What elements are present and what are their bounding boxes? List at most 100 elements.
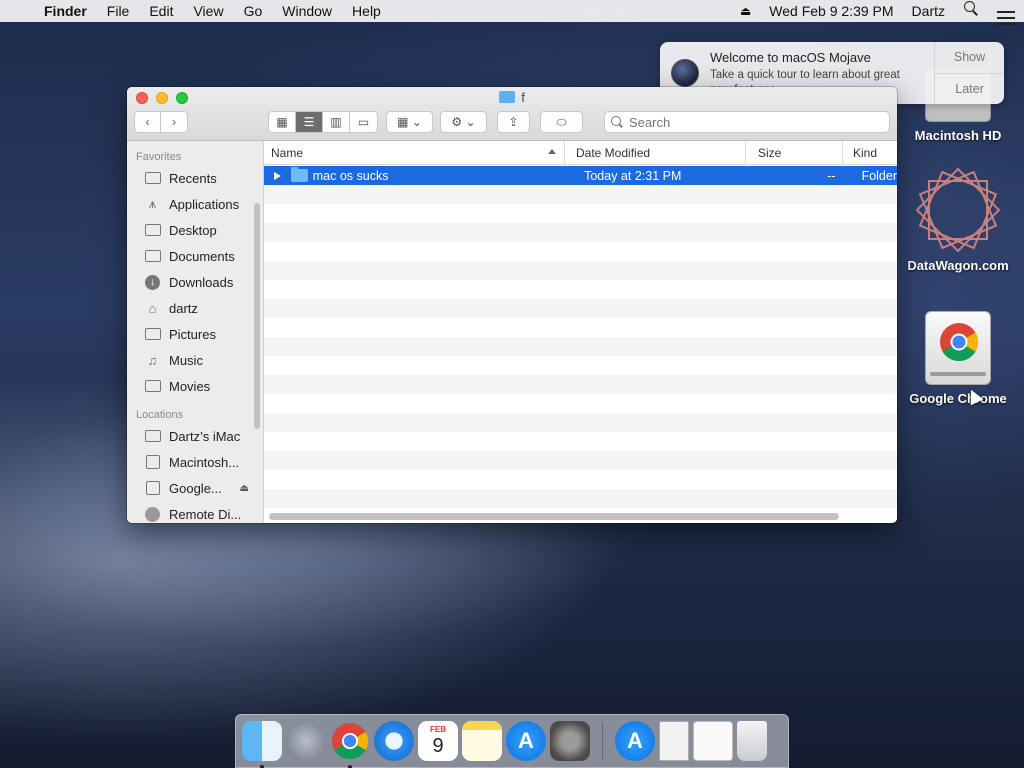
menu-bar: Finder File Edit View Go Window Help ⏏ W… bbox=[0, 0, 1024, 25]
hard-disk-icon bbox=[144, 455, 161, 470]
dock-calendar-icon[interactable]: FEB 9 bbox=[418, 721, 458, 761]
finder-window: f ‹ › ▦ ☰ ▥ ▭ ▦ ⌄ ⚙ ⌄ ⇪ ⬭ Favorites bbox=[127, 87, 897, 523]
sidebar-item-downloads[interactable]: ↓ Downloads bbox=[127, 269, 263, 295]
dock-safari-icon[interactable] bbox=[374, 721, 414, 761]
toolbar: ‹ › ▦ ☰ ▥ ▭ ▦ ⌄ ⚙ ⌄ ⇪ ⬭ bbox=[134, 111, 890, 135]
list-view-button[interactable]: ☰ bbox=[296, 112, 323, 132]
search-field[interactable] bbox=[604, 111, 890, 133]
eject-icon[interactable]: ⏏ bbox=[731, 0, 760, 22]
film-icon bbox=[144, 379, 161, 394]
menu-file[interactable]: File bbox=[97, 0, 140, 22]
notification-later-button[interactable]: Later bbox=[935, 74, 1004, 105]
external-disk-icon bbox=[144, 481, 161, 496]
forward-button[interactable]: › bbox=[161, 112, 187, 132]
sidebar-item-remote-disc[interactable]: Remote Di... bbox=[127, 501, 263, 523]
file-list: Name Date Modified Size Kind mac os suck… bbox=[264, 141, 897, 523]
dock-finder-icon[interactable] bbox=[242, 721, 282, 768]
sidebar-header-locations: Locations bbox=[136, 409, 184, 421]
notification-show-button[interactable]: Show bbox=[935, 42, 1004, 74]
sidebar-item-recents[interactable]: Recents bbox=[127, 165, 263, 191]
spotlight-search-icon[interactable] bbox=[954, 0, 988, 22]
sidebar-item-documents[interactable]: Documents bbox=[127, 243, 263, 269]
dock-document-icon[interactable] bbox=[659, 721, 689, 761]
sidebar-item-desktop[interactable]: Desktop bbox=[127, 217, 263, 243]
sidebar-item-google-chrome-disk[interactable]: Google... ⏏ bbox=[127, 475, 263, 501]
applications-icon: ⩚ bbox=[148, 196, 157, 211]
sidebar-item-applications[interactable]: ⩚ Applications bbox=[127, 191, 263, 217]
column-header-kind[interactable]: Kind bbox=[843, 141, 897, 164]
mojave-logo-icon bbox=[671, 59, 699, 87]
sort-ascending-icon bbox=[548, 149, 556, 154]
sidebar-item-movies[interactable]: Movies bbox=[127, 373, 263, 399]
star-logo-icon bbox=[915, 167, 1001, 253]
downloads-icon: ↓ bbox=[144, 274, 161, 290]
search-input[interactable] bbox=[629, 114, 829, 130]
dock-trash-icon[interactable] bbox=[737, 721, 767, 761]
column-header-date-modified[interactable]: Date Modified bbox=[565, 141, 746, 164]
action-gear-button[interactable]: ⚙ ⌄ bbox=[440, 111, 487, 133]
notification-title: Welcome to macOS Mojave bbox=[710, 50, 871, 65]
share-button[interactable]: ⇪ bbox=[497, 111, 530, 133]
sidebar-item-pictures[interactable]: Pictures bbox=[127, 321, 263, 347]
sidebar-scrollbar[interactable] bbox=[254, 203, 260, 429]
icon-view-button[interactable]: ▦ bbox=[269, 112, 296, 132]
desktop-icon-google-chrome[interactable]: Google Chrome bbox=[898, 311, 1018, 406]
sidebar-item-imac[interactable]: Dartz’s iMac bbox=[127, 423, 263, 449]
back-button[interactable]: ‹ bbox=[135, 112, 162, 132]
dock-app-store-download-icon[interactable]: A bbox=[615, 721, 655, 761]
eject-icon[interactable]: ⏏ bbox=[240, 483, 249, 494]
dock-chrome-icon[interactable] bbox=[330, 721, 370, 768]
music-note-icon: ♫ bbox=[147, 352, 158, 368]
desktop-icon-label: Macintosh HD bbox=[914, 128, 1002, 143]
menu-view[interactable]: View bbox=[183, 0, 233, 22]
menu-edit[interactable]: Edit bbox=[139, 0, 183, 22]
column-view-button[interactable]: ▥ bbox=[323, 112, 350, 132]
dock-installer-icon[interactable] bbox=[693, 721, 733, 761]
desktop-icon-label: DataWagon.com bbox=[907, 258, 1009, 273]
column-header-size[interactable]: Size bbox=[746, 141, 843, 164]
dock-app-store-icon[interactable]: A bbox=[506, 721, 546, 761]
menubar-clock[interactable]: Wed Feb 9 2:39 PM bbox=[760, 0, 902, 22]
dock-system-preferences-icon[interactable] bbox=[550, 721, 590, 761]
row-date-modified: Today at 2:31 PM bbox=[584, 168, 682, 183]
sidebar-item-music[interactable]: ♫ Music bbox=[127, 347, 263, 373]
tag-button[interactable]: ⬭ bbox=[540, 111, 583, 133]
chrome-disk-icon bbox=[925, 311, 991, 385]
table-row[interactable]: mac os sucks Today at 2:31 PM -- Folder bbox=[264, 166, 897, 185]
row-name: mac os sucks bbox=[312, 168, 389, 183]
row-size: -- bbox=[827, 168, 836, 183]
gallery-view-button[interactable]: ▭ bbox=[350, 112, 377, 132]
sidebar-header-favorites: Favorites bbox=[136, 151, 182, 163]
column-header-row: Name Date Modified Size Kind bbox=[264, 141, 897, 165]
sidebar-item-home[interactable]: ⌂ dartz bbox=[127, 295, 263, 321]
sidebar-item-macintosh-hd[interactable]: Macintosh... bbox=[127, 449, 263, 475]
group-by-button[interactable]: ▦ ⌄ bbox=[386, 111, 433, 133]
dock-separator bbox=[602, 722, 603, 760]
desktop-icon-label: Google Chrome bbox=[909, 391, 1007, 406]
optical-disc-icon bbox=[144, 506, 161, 522]
row-kind: Folder bbox=[861, 168, 897, 183]
dock: FEB 9 A A bbox=[235, 714, 789, 768]
menu-app-finder[interactable]: Finder bbox=[40, 0, 97, 22]
desktop-icon bbox=[144, 223, 161, 238]
camera-icon bbox=[144, 327, 161, 342]
menu-help[interactable]: Help bbox=[342, 0, 391, 22]
folder-icon bbox=[499, 91, 516, 103]
column-header-name[interactable]: Name bbox=[264, 141, 565, 164]
dock-notes-icon[interactable] bbox=[462, 721, 502, 761]
menubar-user[interactable]: Dartz bbox=[903, 0, 954, 22]
notification-center-icon[interactable] bbox=[988, 0, 1024, 25]
desktop-icon-datawagon[interactable]: DataWagon.com bbox=[898, 167, 1018, 273]
horizontal-scrollbar[interactable] bbox=[269, 513, 839, 520]
dock-launchpad-icon[interactable] bbox=[286, 721, 326, 761]
file-rows: mac os sucks Today at 2:31 PM -- Folder bbox=[264, 166, 897, 513]
home-icon: ⌂ bbox=[148, 300, 157, 316]
computer-icon bbox=[144, 429, 161, 444]
menu-go[interactable]: Go bbox=[234, 0, 273, 22]
menu-window[interactable]: Window bbox=[272, 0, 342, 22]
window-titlebar[interactable]: f ‹ › ▦ ☰ ▥ ▭ ▦ ⌄ ⚙ ⌄ ⇪ ⬭ bbox=[127, 87, 897, 141]
window-title: f bbox=[521, 90, 525, 105]
recents-icon bbox=[144, 171, 161, 186]
disclosure-triangle-icon[interactable] bbox=[274, 171, 281, 180]
view-mode-segmented: ▦ ☰ ▥ ▭ bbox=[268, 111, 378, 133]
